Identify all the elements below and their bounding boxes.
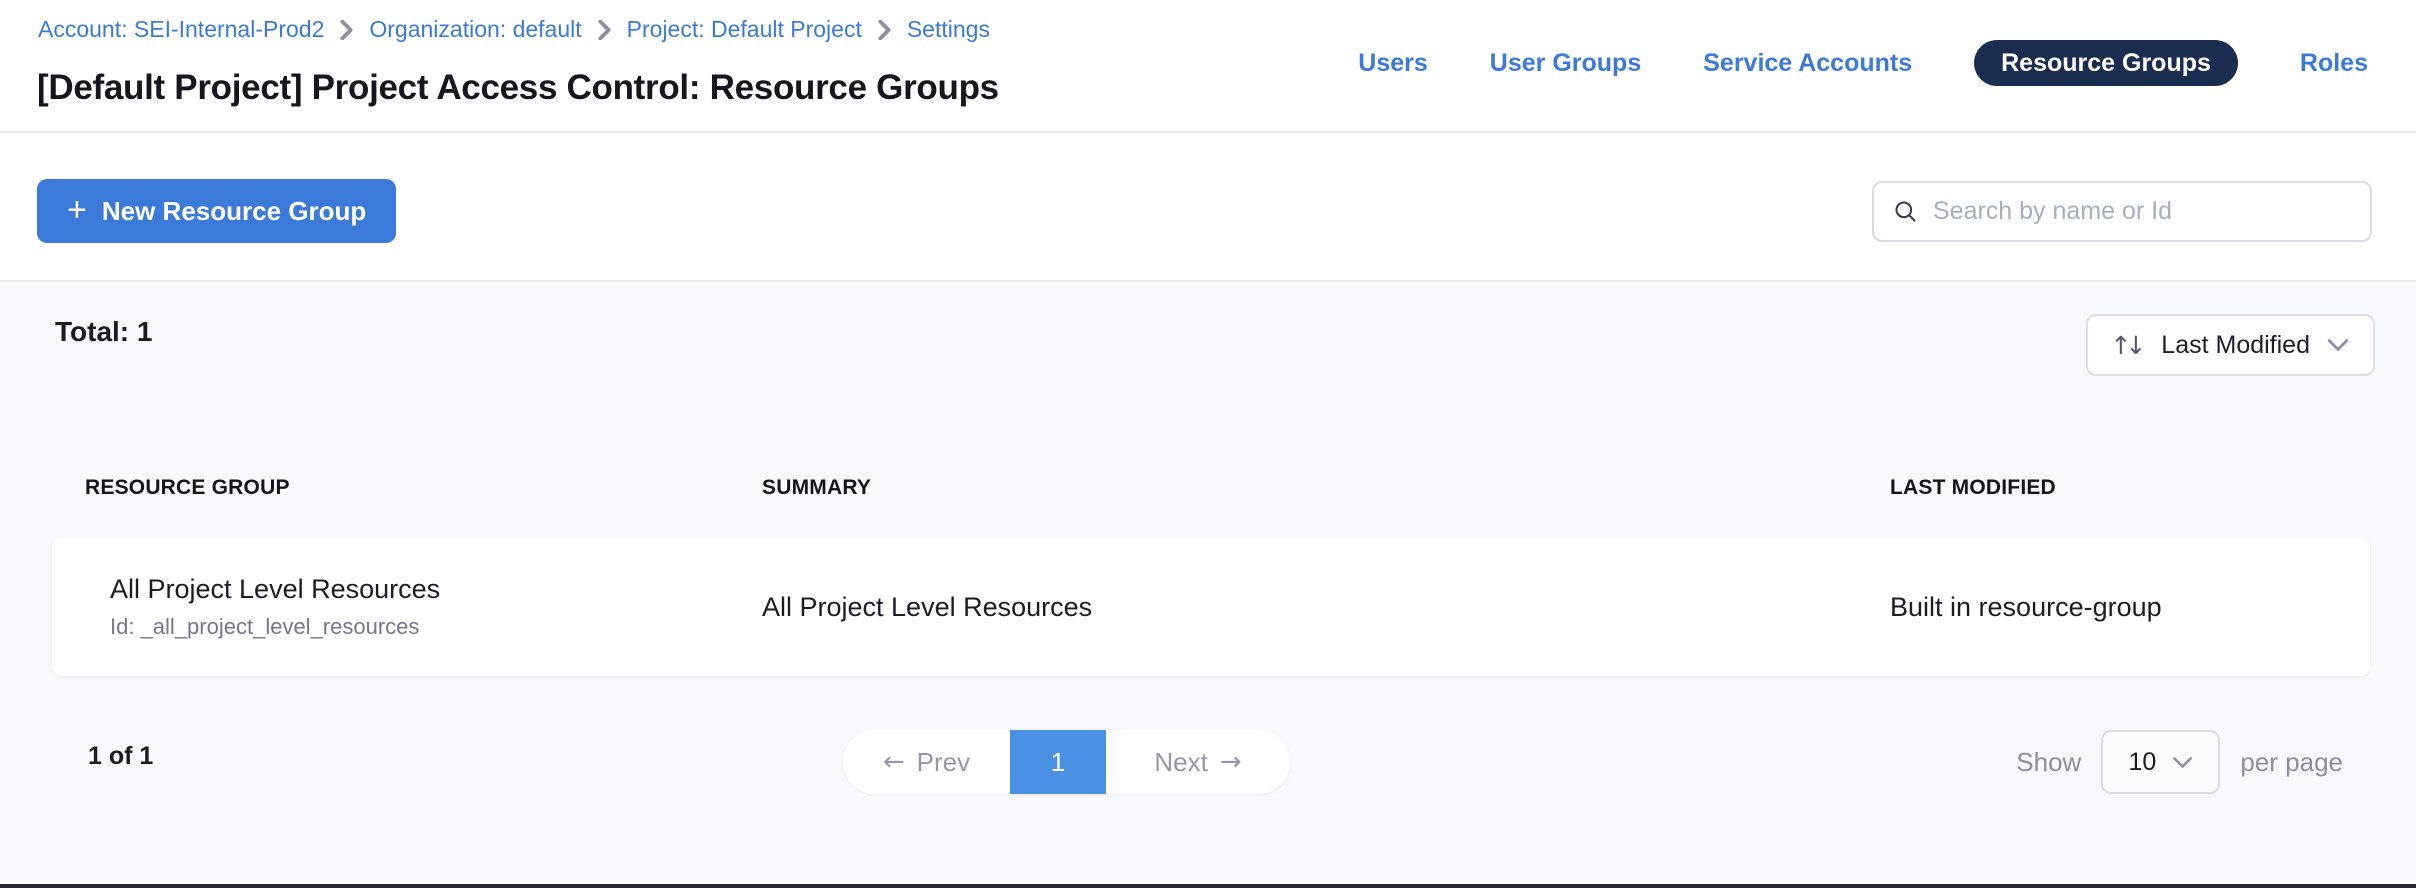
search-input[interactable] [1933, 197, 2352, 226]
new-resource-group-label: New Resource Group [102, 196, 366, 227]
sort-dropdown[interactable]: ↑↓ Last Modified [2086, 314, 2375, 376]
tab-roles[interactable]: Roles [2300, 40, 2368, 86]
tab-user-groups[interactable]: User Groups [1490, 40, 1641, 86]
resource-group-cell: All Project Level Resources Id: _all_pro… [110, 574, 762, 640]
page-header: Account: SEI-Internal-Prod2 Organization… [0, 0, 2416, 133]
chevron-down-icon [2327, 338, 2349, 352]
sort-arrows-icon: ↑↓ [2110, 331, 2140, 360]
prev-page-button[interactable]: ← Prev [843, 730, 1010, 794]
page-1-button[interactable]: 1 [1010, 730, 1106, 794]
total-count: Total: 1 [55, 316, 152, 348]
toolbar: + New Resource Group [0, 135, 2416, 282]
search-box [1872, 181, 2372, 242]
column-header-last-modified: LAST MODIFIED [1890, 476, 2372, 500]
table-row[interactable]: All Project Level Resources Id: _all_pro… [52, 538, 2370, 676]
arrow-right-icon: → [1220, 747, 1242, 777]
sort-dropdown-label: Last Modified [2161, 331, 2310, 360]
resource-group-name: All Project Level Resources [110, 574, 762, 605]
page-size-select[interactable]: 10 [2101, 730, 2220, 794]
breadcrumb-account-link[interactable]: Account: SEI-Internal-Prod2 [38, 16, 324, 43]
chevron-right-icon [339, 20, 354, 40]
prev-label: Prev [917, 747, 970, 778]
breadcrumb-organization-link[interactable]: Organization: default [369, 16, 581, 43]
tab-service-accounts[interactable]: Service Accounts [1703, 40, 1912, 86]
column-header-summary: SUMMARY [762, 476, 1890, 500]
arrow-left-icon: ← [883, 747, 905, 777]
chevron-right-icon [877, 20, 892, 40]
next-label: Next [1154, 747, 1207, 778]
tab-users[interactable]: Users [1358, 40, 1428, 86]
page-title: [Default Project] Project Access Control… [37, 68, 999, 108]
new-resource-group-button[interactable]: + New Resource Group [37, 179, 396, 243]
resource-group-id: Id: _all_project_level_resources [110, 614, 762, 640]
per-page-label: per page [2240, 747, 2343, 778]
breadcrumb: Account: SEI-Internal-Prod2 Organization… [38, 16, 990, 43]
page-size-value: 10 [2128, 748, 2156, 777]
show-label: Show [2016, 747, 2081, 778]
tab-resource-groups[interactable]: Resource Groups [1974, 40, 2238, 86]
access-control-tabs: Users User Groups Service Accounts Resou… [1358, 40, 2368, 86]
summary-cell: All Project Level Resources [762, 592, 1890, 623]
breadcrumb-settings-link[interactable]: Settings [907, 16, 990, 43]
chevron-down-icon [2172, 756, 2193, 769]
column-header-resource-group: RESOURCE GROUP [85, 476, 762, 500]
table-header-row: RESOURCE GROUP SUMMARY LAST MODIFIED [85, 476, 2372, 500]
plus-icon: + [67, 193, 87, 227]
per-page-control: Show 10 per page [2016, 730, 2343, 794]
window-bottom-edge [0, 884, 2416, 888]
pagination: ← Prev 1 Next → [843, 730, 1290, 794]
content-area: Total: 1 ↑↓ Last Modified RESOURCE GROUP… [0, 284, 2416, 884]
chevron-right-icon [597, 20, 612, 40]
page-range-label: 1 of 1 [88, 742, 153, 771]
breadcrumb-project-link[interactable]: Project: Default Project [627, 16, 862, 43]
last-modified-cell: Built in resource-group [1890, 592, 2370, 623]
search-icon [1892, 198, 1919, 225]
next-page-button[interactable]: Next → [1106, 730, 1290, 794]
resource-groups-page: Account: SEI-Internal-Prod2 Organization… [0, 0, 2416, 888]
